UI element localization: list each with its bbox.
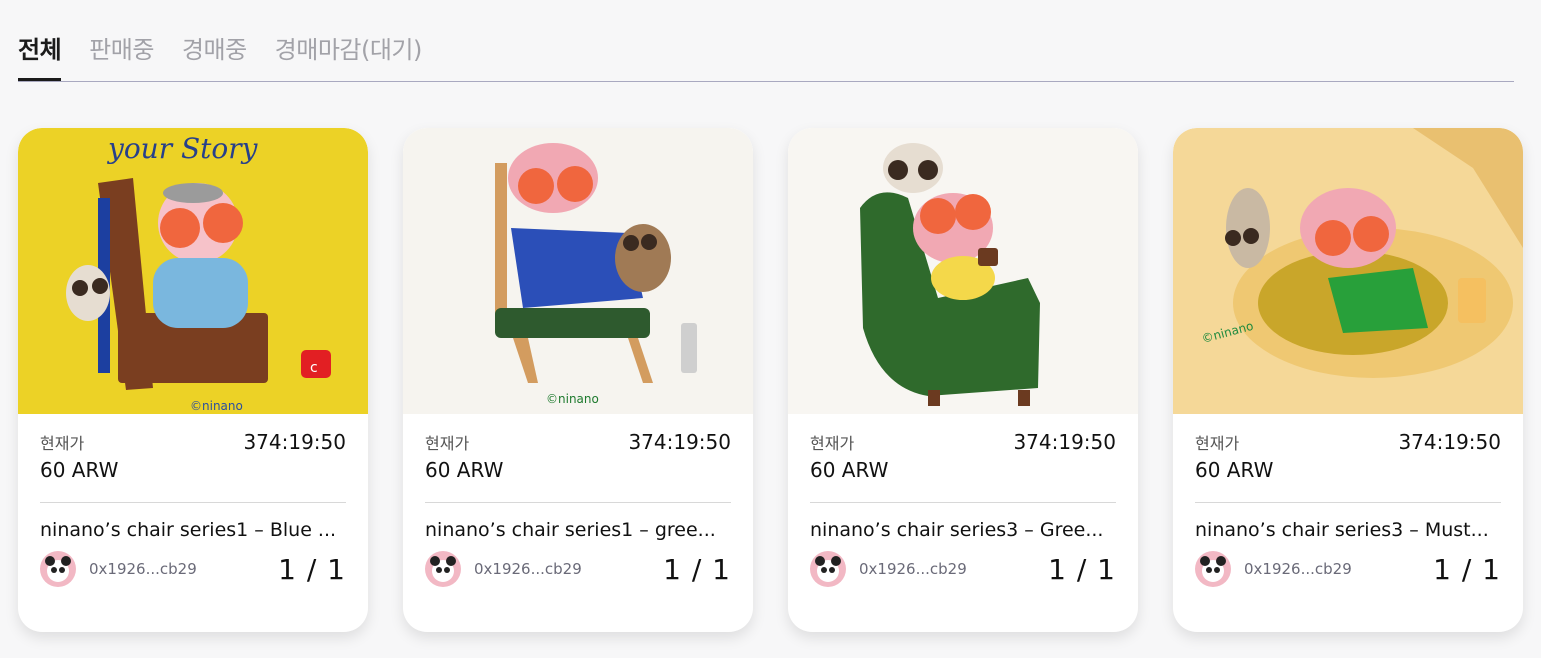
tab-on-sale[interactable]: 판매중	[89, 30, 154, 81]
avatar	[40, 551, 76, 587]
panda-avatar-icon	[815, 556, 841, 582]
nft-artwork-image: ©ninano	[403, 128, 753, 414]
edition-count: 1 / 1	[1048, 552, 1116, 586]
current-price-label: 현재가	[425, 434, 470, 453]
time-remaining: 374:19:50	[1398, 430, 1501, 454]
current-price-label: 현재가	[810, 434, 855, 453]
art-signature: ©ninano	[546, 392, 599, 406]
owner-address: 0x1926...cb29	[474, 560, 582, 578]
owner-address: 0x1926...cb29	[1244, 560, 1352, 578]
time-remaining: 374:19:50	[243, 430, 346, 454]
divider	[425, 502, 731, 503]
time-remaining: 374:19:50	[628, 430, 731, 454]
owner-address: 0x1926...cb29	[89, 560, 197, 578]
divider	[40, 502, 346, 503]
tab-all[interactable]: 전체	[18, 30, 62, 81]
avatar	[425, 551, 461, 587]
owner[interactable]: 0x1926...cb29	[425, 551, 582, 587]
price-value: 60 ARW	[425, 458, 504, 482]
divider	[1195, 502, 1501, 503]
svg-text:c: c	[310, 360, 318, 376]
avatar	[810, 551, 846, 587]
edition-count: 1 / 1	[278, 552, 346, 586]
price-value: 60 ARW	[40, 458, 119, 482]
art-signature: ©ninano	[190, 399, 243, 413]
panda-avatar-icon	[45, 556, 71, 582]
tab-bar: 전체 판매중 경매중 경매마감(대기)	[18, 30, 1514, 82]
nft-card[interactable]: 현재가 374:19:50 60 ARW ninano’s chair seri…	[788, 128, 1138, 632]
divider	[810, 502, 1116, 503]
owner[interactable]: 0x1926...cb29	[810, 551, 967, 587]
nft-artwork-image	[788, 128, 1138, 414]
panda-avatar-icon	[430, 556, 456, 582]
price-value: 60 ARW	[1195, 458, 1274, 482]
avatar	[1195, 551, 1231, 587]
nft-card[interactable]: ©ninano 현재가 374:19:50 60 ARW ninano’s ch…	[403, 128, 753, 632]
nft-title[interactable]: ninano’s chair series1 – Blue ...	[40, 519, 346, 541]
tab-auction[interactable]: 경매중	[182, 30, 247, 81]
nft-card[interactable]: your Story c ©ninano 현재가 374:19:50 60 AR…	[18, 128, 368, 632]
owner[interactable]: 0x1926...cb29	[1195, 551, 1352, 587]
edition-count: 1 / 1	[1433, 552, 1501, 586]
owner[interactable]: 0x1926...cb29	[40, 551, 197, 587]
time-remaining: 374:19:50	[1013, 430, 1116, 454]
nft-artwork-image: ©ninano	[1173, 128, 1523, 414]
owner-address: 0x1926...cb29	[859, 560, 967, 578]
current-price-label: 현재가	[1195, 434, 1240, 453]
nft-card-list: your Story c ©ninano 현재가 374:19:50 60 AR…	[18, 128, 1523, 632]
nft-artwork-image: your Story c ©ninano	[18, 128, 368, 414]
current-price-label: 현재가	[40, 434, 85, 453]
panda-avatar-icon	[1200, 556, 1226, 582]
nft-title[interactable]: ninano’s chair series1 – gree...	[425, 519, 731, 541]
art-caption: your Story	[106, 132, 259, 165]
price-value: 60 ARW	[810, 458, 889, 482]
tab-auction-closed[interactable]: 경매마감(대기)	[275, 30, 423, 81]
nft-title[interactable]: ninano’s chair series3 – Gree...	[810, 519, 1116, 541]
nft-card[interactable]: ©ninano 현재가 374:19:50 60 ARW ninano’s ch…	[1173, 128, 1523, 632]
edition-count: 1 / 1	[663, 552, 731, 586]
nft-title[interactable]: ninano’s chair series3 – Must...	[1195, 519, 1501, 541]
